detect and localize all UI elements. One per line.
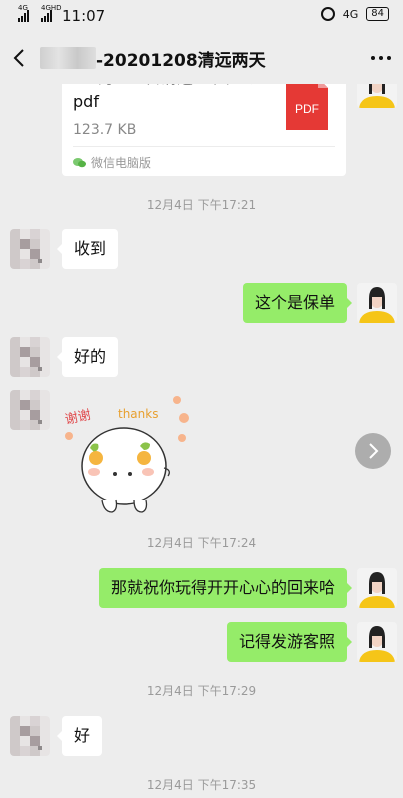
file-size: 123.7 KB: [73, 122, 137, 138]
message-timestamp: 12月4日 下午17:21: [146, 198, 257, 212]
network-type-label: 4G: [342, 7, 359, 21]
message-bubble-outgoing[interactable]: 那就祝你玩得开开心心的回来哈: [98, 568, 353, 608]
alarm-icon: [320, 7, 335, 21]
message-bubble-incoming[interactable]: 好: [56, 716, 103, 756]
back-arrow-icon[interactable]: [10, 46, 30, 70]
avatar[interactable]: [357, 622, 397, 662]
signal-icon: 4G: [18, 4, 29, 22]
network-type-label: 4G: [18, 4, 28, 12]
message-timestamp: 12月4日 下午17:24: [146, 536, 257, 550]
divider: [73, 146, 335, 147]
wechat-icon: [73, 158, 86, 168]
network-type-label: 4GHD: [41, 4, 62, 12]
message-bubble-incoming[interactable]: 好的: [56, 337, 119, 377]
pdf-icon-label: PDF: [295, 102, 319, 116]
sticker-text-right: thanks: [118, 407, 158, 421]
avatar[interactable]: [10, 390, 50, 430]
sticker-text-left: 谢谢: [64, 407, 93, 428]
message-bubble-outgoing[interactable]: 这个是保单: [242, 283, 353, 323]
status-bar: 4G 4GHD 11:07 4G 84: [0, 0, 403, 32]
message-bubble-incoming[interactable]: 收到: [56, 229, 119, 269]
chat-message-list[interactable]: 12 月 05 日清远 2 天 2 人. pdf 123.7 KB PDF 微信…: [0, 84, 403, 798]
file-message-card[interactable]: 12 月 05 日清远 2 天 2 人. pdf 123.7 KB PDF 微信…: [62, 84, 346, 176]
message-timestamp: 12月4日 下午17:35: [146, 778, 257, 792]
chat-title: -20201208清远两天: [96, 51, 266, 71]
status-left: 4G 4GHD 11:07: [18, 4, 106, 25]
chat-header: -20201208清远两天: [0, 32, 403, 84]
chevron-right-icon: [369, 443, 379, 459]
file-name: 12 月 05 日清远 2 天 2 人. pdf: [73, 84, 271, 111]
scroll-next-button[interactable]: [355, 433, 391, 469]
avatar[interactable]: [357, 84, 397, 108]
blurred-contact-name: [40, 47, 96, 69]
clock: 11:07: [62, 7, 106, 25]
status-right: 4G 84: [320, 7, 389, 21]
avatar[interactable]: [10, 337, 50, 377]
avatar[interactable]: [357, 568, 397, 608]
avatar[interactable]: [10, 229, 50, 269]
more-options-icon[interactable]: [371, 56, 391, 60]
file-source-label: 微信电脑版: [91, 156, 152, 170]
message-bubble-outgoing[interactable]: 记得发游客照: [226, 622, 353, 662]
battery-indicator: 84: [366, 7, 389, 21]
avatar[interactable]: [10, 716, 50, 756]
signal-icon: 4GHD: [41, 4, 62, 22]
avatar[interactable]: [357, 283, 397, 323]
message-timestamp: 12月4日 下午17:29: [146, 684, 257, 698]
file-source: 微信电脑版: [73, 154, 151, 171]
thanks-sticker[interactable]: 谢谢 thanks: [60, 388, 190, 516]
pdf-file-icon: PDF: [286, 84, 328, 130]
